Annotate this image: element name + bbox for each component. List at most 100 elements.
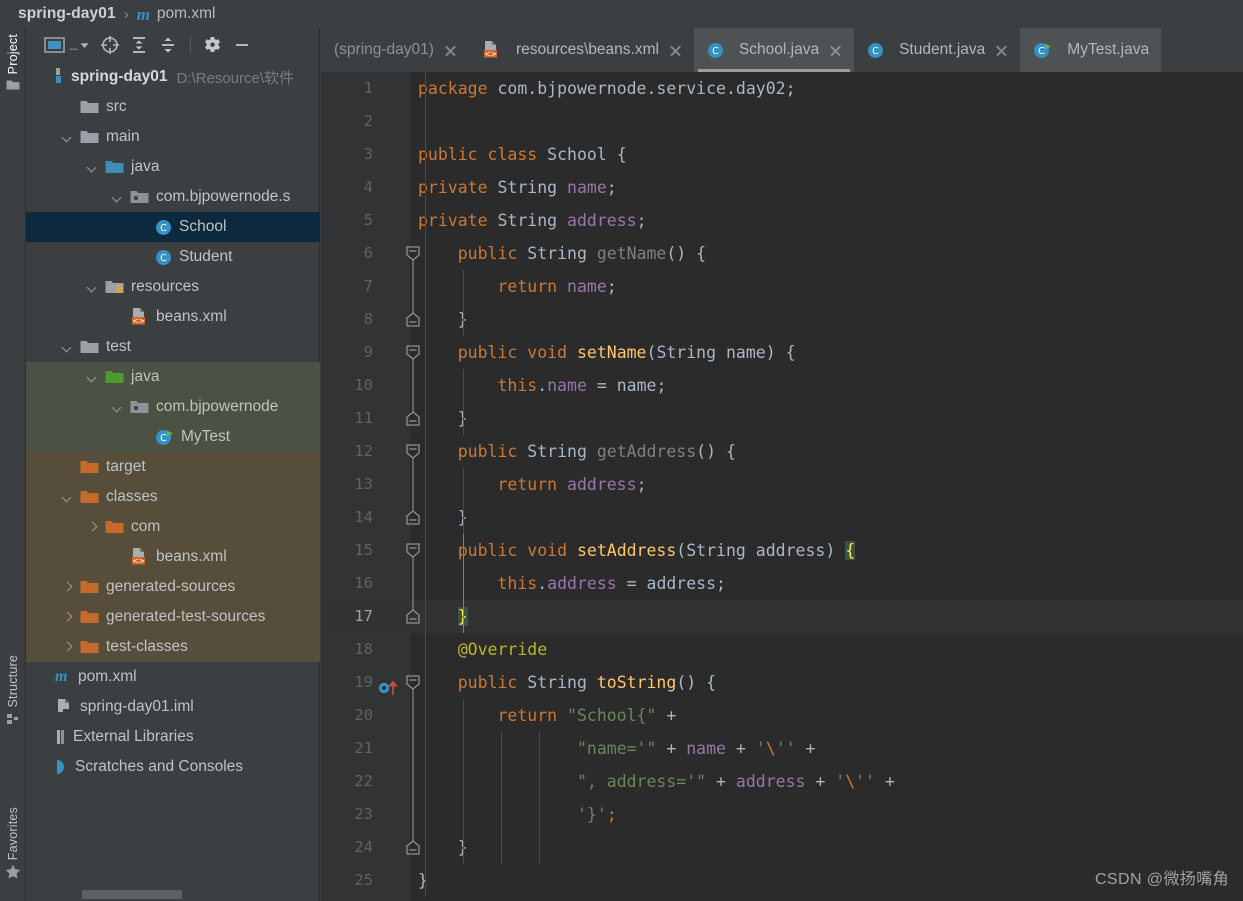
chevron-down-icon[interactable] bbox=[86, 281, 99, 294]
code-line[interactable]: 9 public void setName(String name) { bbox=[321, 336, 1243, 369]
collapse-all-icon bbox=[161, 37, 174, 53]
code-line[interactable]: 11 } bbox=[321, 402, 1243, 435]
scroll-from-source-button[interactable] bbox=[97, 33, 123, 57]
tree-node-main[interactable]: main bbox=[26, 122, 320, 152]
tree-node-beans-xml[interactable]: <> beans.xml bbox=[26, 302, 320, 332]
class-icon: C bbox=[707, 42, 724, 59]
code-line[interactable]: 17 } bbox=[321, 600, 1243, 633]
tree-node-resources[interactable]: resources bbox=[26, 272, 320, 302]
project-panel-hscrollbar[interactable] bbox=[82, 890, 182, 899]
tree-node-generated-test-sources[interactable]: generated-test-sources bbox=[26, 602, 320, 632]
chevron-down-icon[interactable] bbox=[61, 131, 74, 144]
collapse-all-button[interactable] bbox=[155, 33, 181, 57]
code-line[interactable]: 21 "name='" + name + '\'' + bbox=[321, 732, 1243, 765]
chevron-right-icon[interactable] bbox=[61, 611, 74, 624]
libraries-icon bbox=[55, 729, 66, 745]
chevron-right-icon[interactable] bbox=[86, 521, 99, 534]
code-editor[interactable]: 1 package com.bjpowernode.service.day02; 2… bbox=[321, 72, 1243, 901]
tree-node-pom-xml[interactable]: m pom.xml bbox=[26, 662, 320, 692]
tab-school-java[interactable]: C School.java bbox=[693, 28, 855, 72]
tree-node-student[interactable]: C Student bbox=[26, 242, 320, 272]
line-number: 2 bbox=[363, 112, 373, 130]
code-line[interactable]: 7 return name; bbox=[321, 270, 1243, 303]
tree-node-test[interactable]: test bbox=[26, 332, 320, 362]
tree-node-classes[interactable]: classes bbox=[26, 482, 320, 512]
tree-node-generated-sources[interactable]: generated-sources bbox=[26, 572, 320, 602]
chevron-down-icon[interactable] bbox=[61, 341, 74, 354]
tree-node-target[interactable]: target bbox=[26, 452, 320, 482]
code-line[interactable]: 15 public void setAddress(String address… bbox=[321, 534, 1243, 567]
code-line[interactable]: 22 ", address='" + address + '\'' + bbox=[321, 765, 1243, 798]
breadcrumb-file[interactable]: pom.xml bbox=[157, 5, 216, 23]
close-icon[interactable] bbox=[829, 44, 842, 57]
chevron-right-icon[interactable] bbox=[61, 581, 74, 594]
chevron-down-icon[interactable] bbox=[111, 401, 124, 414]
code-line[interactable]: 13 return address; bbox=[321, 468, 1243, 501]
tree-node-spring-day01-iml[interactable]: spring-day01.iml bbox=[26, 692, 320, 722]
project-view-selector[interactable]: ... bbox=[44, 33, 89, 57]
tree-node-src[interactable]: src bbox=[26, 92, 320, 122]
tab-spring-day01[interactable]: (spring-day01) bbox=[321, 28, 469, 72]
code-line[interactable]: 10 this.name = name; bbox=[321, 369, 1243, 402]
sidebar-item-favorites[interactable]: Favorites bbox=[0, 807, 26, 884]
editor-tab-bar[interactable]: (spring-day01) <> resources\beans.xml C Scho… bbox=[321, 28, 1243, 72]
folder-excluded-icon bbox=[80, 489, 99, 505]
project-tool-window: ... spring-day01 D:\Resource\软件 src main… bbox=[26, 28, 320, 901]
tree-node-spring-day01[interactable]: spring-day01 D:\Resource\软件 bbox=[26, 62, 320, 92]
code-line[interactable]: 1 package com.bjpowernode.service.day02; bbox=[321, 72, 1243, 105]
code-line[interactable]: 4 private String name; bbox=[321, 171, 1243, 204]
tree-node-java[interactable]: java bbox=[26, 362, 320, 392]
close-icon[interactable] bbox=[444, 44, 457, 57]
chevron-down-icon[interactable] bbox=[86, 371, 99, 384]
code-line[interactable]: 8 } bbox=[321, 303, 1243, 336]
tree-node-java[interactable]: java bbox=[26, 152, 320, 182]
code-line[interactable]: 5 private String address; bbox=[321, 204, 1243, 237]
line-number: 1 bbox=[363, 79, 373, 97]
tree-node-scratches-and-consoles[interactable]: Scratches and Consoles bbox=[26, 752, 320, 782]
tree-node-com[interactable]: com bbox=[26, 512, 320, 542]
folder-resources-icon bbox=[105, 279, 124, 295]
tree-node-com-bjpowernode[interactable]: com.bjpowernode bbox=[26, 392, 320, 422]
hide-button[interactable] bbox=[229, 33, 255, 57]
code-line[interactable]: 18 @Override bbox=[321, 633, 1243, 666]
sidebar-item-structure[interactable]: Structure bbox=[0, 655, 26, 730]
code-line[interactable]: 16 this.address = address; bbox=[321, 567, 1243, 600]
maven-m-icon: m bbox=[136, 4, 150, 24]
code-text: } bbox=[418, 871, 428, 890]
tree-node-external-libraries[interactable]: External Libraries bbox=[26, 722, 320, 752]
tree-node-test-classes[interactable]: test-classes bbox=[26, 632, 320, 662]
close-icon[interactable] bbox=[669, 44, 682, 57]
expand-all-button[interactable] bbox=[126, 33, 152, 57]
code-text: public void setAddress(String address) { bbox=[418, 541, 856, 560]
chevron-down-icon[interactable] bbox=[61, 491, 74, 504]
tree-node-mytest[interactable]: C MyTest bbox=[26, 422, 320, 452]
breadcrumb-bar: spring-day01 › m pom.xml bbox=[0, 0, 1243, 28]
code-line[interactable]: 20 return "School{" + bbox=[321, 699, 1243, 732]
chevron-right-icon[interactable] bbox=[61, 641, 74, 654]
code-line[interactable]: 6 public String getName() { bbox=[321, 237, 1243, 270]
tab-mytest-java[interactable]: C MyTest.java bbox=[1020, 28, 1162, 72]
settings-button[interactable] bbox=[200, 33, 226, 57]
project-tree[interactable]: spring-day01 D:\Resource\软件 src main java com… bbox=[26, 62, 320, 887]
code-line[interactable]: 23 '}'; bbox=[321, 798, 1243, 831]
sidebar-item-project[interactable]: Project bbox=[0, 34, 26, 96]
tree-node-beans-xml[interactable]: <> beans.xml bbox=[26, 542, 320, 572]
tab-student-java[interactable]: C Student.java bbox=[854, 28, 1020, 72]
tree-node-school[interactable]: C School bbox=[26, 212, 320, 242]
tree-node-com-bjpowernode-s[interactable]: com.bjpowernode.s bbox=[26, 182, 320, 212]
code-line[interactable]: 2 bbox=[321, 105, 1243, 138]
chevron-down-icon[interactable] bbox=[86, 161, 99, 174]
close-icon[interactable] bbox=[995, 44, 1008, 57]
chevron-down-icon[interactable] bbox=[111, 191, 124, 204]
code-line[interactable]: 3 public class School { bbox=[321, 138, 1243, 171]
code-line[interactable]: 19 public String toString() { bbox=[321, 666, 1243, 699]
breadcrumb-project[interactable]: spring-day01 bbox=[18, 5, 116, 23]
svg-text:C: C bbox=[160, 433, 167, 444]
line-number: 4 bbox=[363, 178, 373, 196]
code-line[interactable]: 12 public String getAddress() { bbox=[321, 435, 1243, 468]
tab-resources-beans-xml[interactable]: <> resources\beans.xml bbox=[469, 28, 694, 72]
code-line[interactable]: 24 } bbox=[321, 831, 1243, 864]
code-line[interactable]: 14 } bbox=[321, 501, 1243, 534]
code-text: ", address='" + address + '\'' + bbox=[576, 772, 895, 791]
tab-label: School.java bbox=[738, 41, 820, 58]
